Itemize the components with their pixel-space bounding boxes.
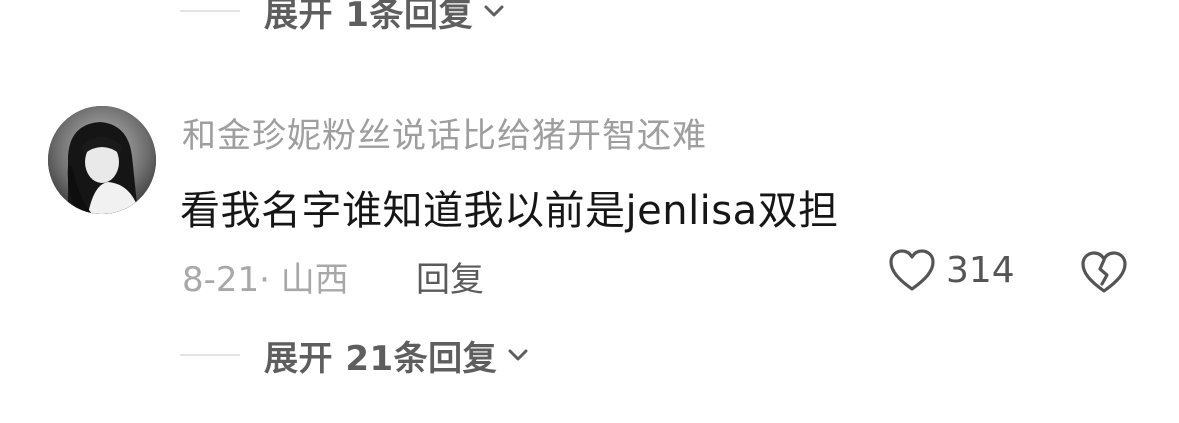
chevron-down-icon <box>484 5 504 17</box>
comment-text: 看我名字谁知道我以前是jenlisa双担 <box>180 188 839 234</box>
comment-username[interactable]: 和金珍妮粉丝说话比给猪开智还难 <box>182 108 707 157</box>
broken-heart-icon <box>1081 251 1127 293</box>
expand-replies-label: 展开 21条回复 <box>264 338 498 379</box>
expand-replies-top[interactable]: 展开 1条回复 <box>180 0 507 36</box>
like-button[interactable]: 314 <box>888 248 1015 292</box>
dislike-button[interactable] <box>1080 250 1128 298</box>
chevron-down-icon <box>508 349 528 361</box>
like-count: 314 <box>946 249 1015 291</box>
avatar[interactable] <box>48 106 156 214</box>
comment-date-location: 8-21· 山西 <box>182 260 349 300</box>
avatar-image <box>48 106 156 214</box>
divider-line <box>180 354 240 356</box>
divider-line <box>180 10 240 12</box>
expand-replies-button[interactable]: 展开 21条回复 <box>180 330 531 380</box>
reply-button[interactable]: 回复 <box>416 252 484 301</box>
heart-outline-icon <box>889 249 935 291</box>
expand-replies-label: 展开 1条回复 <box>264 0 473 35</box>
